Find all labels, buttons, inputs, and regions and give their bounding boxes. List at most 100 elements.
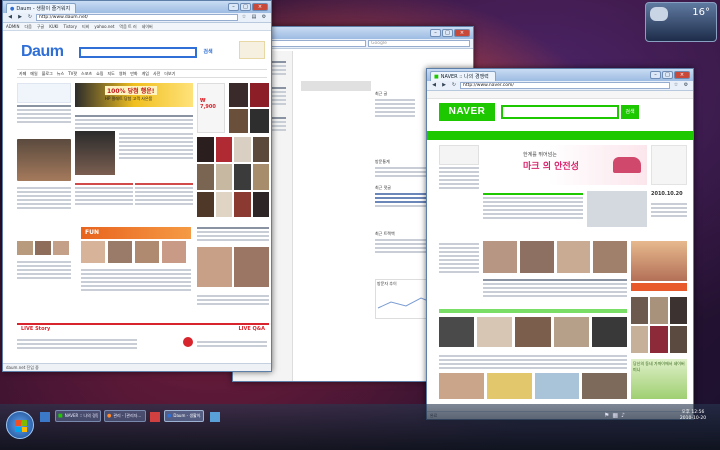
- product-image[interactable]: [215, 137, 232, 163]
- product-image[interactable]: [229, 83, 248, 107]
- product-image[interactable]: [234, 137, 251, 163]
- news-photo[interactable]: [17, 139, 71, 181]
- event-banner[interactable]: [631, 283, 687, 291]
- product-image[interactable]: [234, 164, 251, 190]
- nav-item[interactable]: 블로그: [42, 70, 53, 77]
- thumbnail[interactable]: [439, 317, 475, 347]
- thumbnail[interactable]: [81, 241, 105, 263]
- nav-item[interactable]: 만화: [130, 70, 137, 77]
- nav-item[interactable]: 지도: [107, 70, 114, 77]
- thumbnail[interactable]: [519, 241, 554, 273]
- login-panel[interactable]: [439, 145, 479, 165]
- hp-ad-banner[interactable]: 100% 당첨 행운! HP 팔레트 당첨 고객 사은품: [75, 83, 193, 107]
- product-image[interactable]: [197, 164, 214, 190]
- bookmark-item[interactable]: KUKI: [49, 24, 58, 29]
- app-icon[interactable]: [150, 412, 160, 422]
- product-image[interactable]: [234, 191, 251, 217]
- bottom-ad-banner[interactable]: 당신의 동네 가까이에서 네이버 미니: [631, 359, 687, 399]
- wrench-icon[interactable]: ⚙: [260, 14, 268, 21]
- daum-logo[interactable]: Daum: [21, 43, 64, 61]
- title-bar[interactable]: ■ NAVER :: 나의 경쟁력 – □ ×: [427, 69, 693, 81]
- bookmark-item[interactable]: ADMIN: [6, 24, 19, 29]
- thumbnail[interactable]: [439, 373, 484, 399]
- product-image[interactable]: [250, 109, 269, 133]
- search-input[interactable]: [501, 105, 619, 119]
- minimize-button[interactable]: –: [228, 3, 239, 11]
- product-image[interactable]: [650, 326, 668, 353]
- naver-logo[interactable]: NAVER: [439, 103, 495, 121]
- thumbnail[interactable]: [135, 241, 159, 263]
- maximize-button[interactable]: □: [442, 29, 453, 37]
- star-icon[interactable]: ☆: [672, 82, 680, 89]
- bookmark-item[interactable]: yahoo.net: [94, 24, 114, 29]
- thumbnail[interactable]: [553, 317, 589, 347]
- nav-item[interactable]: TV팟: [68, 70, 77, 77]
- volume-icon[interactable]: ♪: [621, 412, 625, 419]
- thumbnail[interactable]: [556, 241, 591, 273]
- back-arrow-icon[interactable]: ◀: [430, 82, 438, 89]
- header-promo[interactable]: [239, 41, 265, 59]
- forward-arrow-icon[interactable]: ▶: [16, 14, 24, 21]
- fun-section-header[interactable]: FUN: [81, 227, 191, 239]
- close-button[interactable]: ×: [674, 71, 690, 79]
- drama-banner[interactable]: [631, 241, 687, 281]
- product-image[interactable]: [250, 83, 269, 107]
- search-button[interactable]: 검색: [199, 47, 217, 58]
- reload-icon[interactable]: ↻: [26, 14, 34, 21]
- bookmark-item[interactable]: Tistory: [63, 24, 77, 29]
- address-bar[interactable]: http://www.daum.net/: [36, 14, 238, 21]
- close-button[interactable]: ×: [252, 3, 268, 11]
- nav-item[interactable]: 사전: [153, 70, 160, 77]
- nav-item[interactable]: 메일: [30, 70, 37, 77]
- nav-item[interactable]: 쇼핑: [96, 70, 103, 77]
- nav-item[interactable]: 영화: [119, 70, 126, 77]
- live-qna-icon[interactable]: [183, 337, 193, 347]
- nav-item[interactable]: 뉴스: [57, 70, 64, 77]
- browser-tab[interactable]: ■ NAVER :: 나의 경쟁력: [430, 71, 496, 81]
- thumbnail[interactable]: [477, 317, 513, 347]
- browser-tab[interactable]: ● Daum - 생활이 즐거워지: [6, 3, 76, 13]
- bookmark-item[interactable]: 네이버: [142, 24, 153, 30]
- search-button[interactable]: 검색: [621, 105, 639, 119]
- clock[interactable]: 오후 12:56 2010-10-20: [668, 410, 718, 422]
- start-button[interactable]: [6, 411, 34, 439]
- bookmark-item[interactable]: 티비: [82, 24, 89, 30]
- thumbnail[interactable]: [515, 317, 551, 347]
- bookmark-item[interactable]: 다음: [24, 24, 31, 30]
- product-image[interactable]: [669, 326, 687, 353]
- app-icon[interactable]: [210, 412, 220, 422]
- network-icon[interactable]: ▦: [612, 412, 618, 419]
- product-image[interactable]: [631, 326, 649, 353]
- close-button[interactable]: ×: [454, 29, 470, 37]
- thumbnail[interactable]: [582, 373, 627, 399]
- reload-icon[interactable]: ↻: [450, 82, 458, 89]
- product-image[interactable]: [252, 137, 269, 163]
- page-menu-icon[interactable]: ▤: [250, 14, 258, 21]
- product-image[interactable]: [215, 191, 232, 217]
- product-image[interactable]: [215, 164, 232, 190]
- product-image[interactable]: [650, 297, 668, 324]
- bookmark-item[interactable]: 구글: [37, 24, 44, 30]
- promo-banner[interactable]: 한계를 뛰어넘는 마크 의 안전성: [483, 145, 647, 185]
- flag-icon[interactable]: ⚑: [604, 412, 609, 419]
- search-input[interactable]: Google: [368, 40, 470, 47]
- live-story-label[interactable]: LIVE Story: [21, 326, 50, 332]
- thumbnail[interactable]: [534, 373, 580, 399]
- maximize-button[interactable]: □: [240, 3, 251, 11]
- thumbnail[interactable]: [17, 241, 33, 255]
- forward-arrow-icon[interactable]: ▶: [440, 82, 448, 89]
- celebrity-photo[interactable]: [75, 131, 115, 175]
- thumbnail[interactable]: [486, 373, 532, 399]
- nav-item[interactable]: 카페: [19, 70, 26, 77]
- taskbar-item-admin[interactable]: ● 관리 - [관리자...: [104, 410, 146, 422]
- address-bar[interactable]: http://www.naver.com/: [460, 82, 670, 89]
- thumbnail[interactable]: [53, 241, 69, 255]
- nav-item[interactable]: 게임: [142, 70, 149, 77]
- bookmark-item[interactable]: 먹음 트 러: [119, 24, 136, 30]
- product-image[interactable]: [229, 109, 248, 133]
- thumbnail[interactable]: [483, 241, 517, 273]
- thumbnail[interactable]: [234, 247, 269, 287]
- product-image[interactable]: [252, 164, 269, 190]
- taskbar-item-daum[interactable]: ● Daum - 생활이...: [164, 410, 204, 422]
- thumbnail[interactable]: [593, 241, 627, 273]
